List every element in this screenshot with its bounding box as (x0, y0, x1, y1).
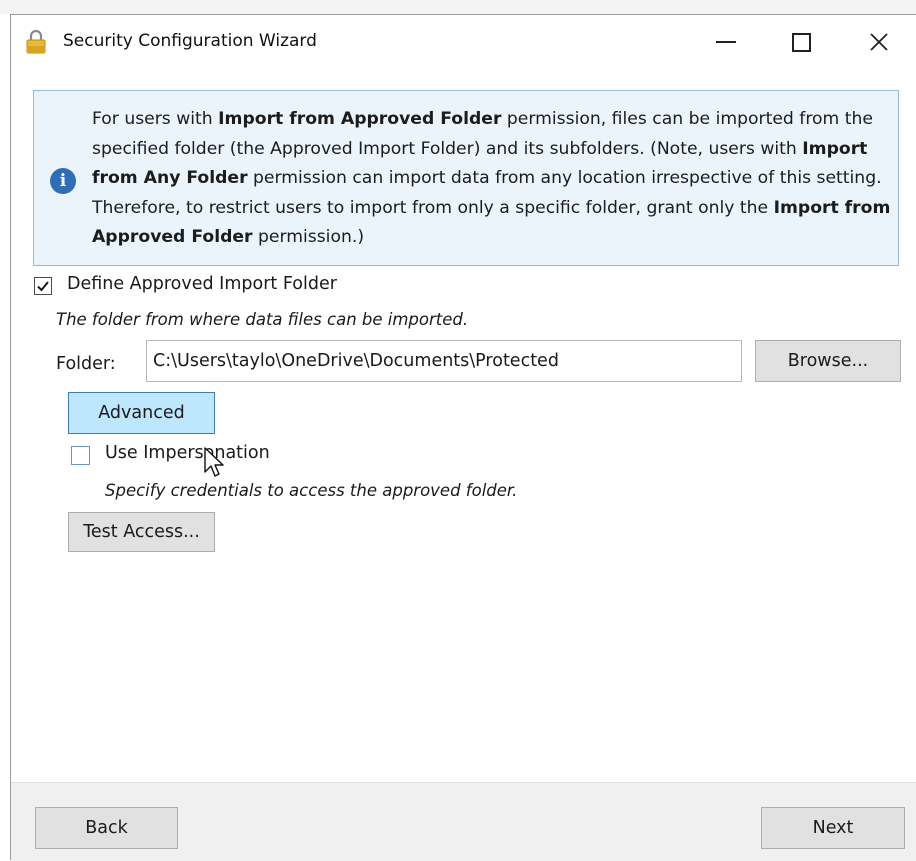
footer-bar: Back Next (11, 782, 916, 861)
use-impersonation-checkbox[interactable] (71, 446, 90, 465)
info-text-segment: For users with (92, 109, 219, 129)
wizard-window: Security Configuration Wizard i For user… (10, 14, 916, 861)
info-icon: i (50, 168, 76, 194)
checkmark-icon (37, 281, 49, 292)
test-access-button[interactable]: Test Access... (68, 512, 215, 552)
define-approved-folder-checkbox[interactable] (34, 277, 52, 295)
impersonation-description: Specify credentials to access the approv… (105, 481, 518, 500)
minimize-button[interactable] (696, 15, 756, 69)
browse-button[interactable]: Browse... (755, 340, 901, 382)
title-bar[interactable]: Security Configuration Wizard (11, 15, 916, 69)
minimize-icon (716, 41, 736, 43)
folder-path-input[interactable]: C:\Users\taylo\OneDrive\Documents\Protec… (146, 340, 742, 382)
use-impersonation-label[interactable]: Use Impersonation (105, 443, 270, 463)
maximize-icon (791, 32, 811, 52)
maximize-button[interactable] (771, 15, 831, 69)
mouse-cursor-icon (204, 447, 224, 477)
close-button[interactable] (849, 15, 909, 69)
info-text-segment: permission.) (252, 227, 365, 247)
lock-icon (26, 29, 46, 54)
close-icon (870, 33, 888, 51)
define-approved-folder-label[interactable]: Define Approved Import Folder (67, 274, 337, 294)
advanced-button[interactable]: Advanced (68, 392, 215, 434)
folder-label: Folder: (56, 354, 116, 374)
background-window-strip (0, 0, 916, 14)
window-title: Security Configuration Wizard (63, 31, 317, 51)
info-message: For users with Import from Approved Fold… (92, 105, 892, 253)
approved-folder-description: The folder from where data files can be … (56, 310, 469, 329)
info-panel: i For users with Import from Approved Fo… (33, 90, 899, 266)
next-button[interactable]: Next (761, 807, 905, 849)
info-emphasis: Import from Approved Folder (218, 109, 502, 129)
back-button[interactable]: Back (35, 807, 178, 849)
